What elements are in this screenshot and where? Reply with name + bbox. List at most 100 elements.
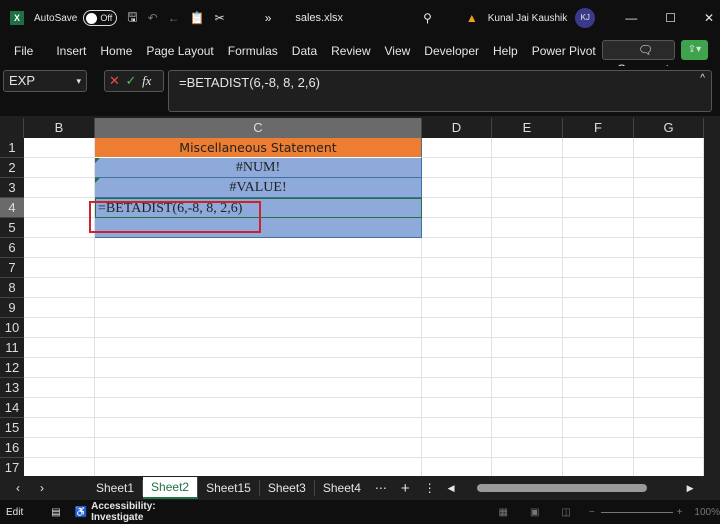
- search-icon[interactable]: ⚲: [423, 11, 432, 25]
- cell-c6[interactable]: [95, 238, 422, 258]
- cell-f1[interactable]: [563, 138, 634, 158]
- cell-g10[interactable]: [634, 318, 704, 338]
- tab-data[interactable]: Data: [292, 44, 317, 58]
- normal-view-icon[interactable]: ▦: [499, 507, 508, 518]
- cell-e9[interactable]: [492, 298, 563, 318]
- cell-d7[interactable]: [422, 258, 492, 278]
- cell-d16[interactable]: [422, 438, 492, 458]
- cell-g3[interactable]: [634, 178, 704, 198]
- sheet-tab-sheet15[interactable]: Sheet15: [198, 480, 260, 496]
- close-button[interactable]: ✕: [704, 11, 714, 25]
- accessibility-status[interactable]: Accessibility: Investigate: [91, 501, 198, 523]
- tab-insert[interactable]: Insert: [56, 44, 86, 58]
- zoom-out-icon[interactable]: −: [589, 507, 595, 518]
- cell-f9[interactable]: [563, 298, 634, 318]
- cell-c2[interactable]: #NUM!: [95, 158, 422, 178]
- cell-f12[interactable]: [563, 358, 634, 378]
- paste-icon[interactable]: 📋: [190, 11, 205, 25]
- cell-d15[interactable]: [422, 418, 492, 438]
- cell-c8[interactable]: [95, 278, 422, 298]
- tab-review[interactable]: Review: [331, 44, 370, 58]
- cell-c10[interactable]: [95, 318, 422, 338]
- cell-c1[interactable]: Miscellaneous Statement: [95, 138, 422, 158]
- column-header-b[interactable]: B: [24, 118, 95, 138]
- share-button[interactable]: ⇪▾: [681, 40, 708, 60]
- tab-file[interactable]: File: [14, 44, 33, 58]
- cell-e8[interactable]: [492, 278, 563, 298]
- row-header-8[interactable]: 8: [0, 278, 24, 298]
- name-box[interactable]: EXP ▾: [3, 70, 87, 92]
- select-all[interactable]: [0, 118, 24, 138]
- cell-b16[interactable]: [24, 438, 95, 458]
- cell-c14[interactable]: [95, 398, 422, 418]
- row-header-16[interactable]: 16: [0, 438, 24, 458]
- collapse-icon[interactable]: ^: [700, 73, 705, 84]
- more-commands[interactable]: »: [265, 11, 272, 25]
- cell-d13[interactable]: [422, 378, 492, 398]
- undo-icon[interactable]: ↶: [148, 11, 158, 25]
- cell-b4[interactable]: [24, 198, 95, 218]
- page-layout-view-icon[interactable]: ▣: [530, 507, 539, 518]
- column-header-d[interactable]: D: [422, 118, 492, 138]
- column-header-f[interactable]: F: [563, 118, 634, 138]
- formula-input[interactable]: =BETADIST(6,-8, 8, 2,6) ^: [168, 70, 712, 112]
- avatar[interactable]: KJ: [575, 8, 596, 28]
- cell-d14[interactable]: [422, 398, 492, 418]
- cell-c11[interactable]: [95, 338, 422, 358]
- save-icon[interactable]: 🖫: [127, 8, 137, 29]
- cell-b2[interactable]: [24, 158, 95, 178]
- cell-f11[interactable]: [563, 338, 634, 358]
- row-header-17[interactable]: 17: [0, 458, 24, 476]
- cell-b3[interactable]: [24, 178, 95, 198]
- cell-f3[interactable]: [563, 178, 634, 198]
- page-break-view-icon[interactable]: ◫: [561, 507, 570, 518]
- cell-c17[interactable]: [95, 458, 422, 476]
- macro-icon[interactable]: ▤: [51, 507, 60, 518]
- cell-f5[interactable]: [563, 218, 634, 238]
- add-sheet-icon[interactable]: +: [401, 480, 410, 497]
- row-header-1[interactable]: 1: [0, 138, 24, 158]
- scroll-left-icon[interactable]: ◀: [448, 483, 455, 494]
- cell-d1[interactable]: [422, 138, 492, 158]
- sheet-tab-sheet1[interactable]: Sheet1: [88, 480, 144, 496]
- cell-c12[interactable]: [95, 358, 422, 378]
- back-icon[interactable]: ←: [168, 11, 180, 25]
- cell-f14[interactable]: [563, 398, 634, 418]
- row-header-4[interactable]: 4: [0, 198, 24, 218]
- cell-f16[interactable]: [563, 438, 634, 458]
- cell-b7[interactable]: [24, 258, 95, 278]
- cell-g1[interactable]: [634, 138, 704, 158]
- cell-g4[interactable]: [634, 198, 704, 218]
- cell-g5[interactable]: [634, 218, 704, 238]
- cell-g13[interactable]: [634, 378, 704, 398]
- cell-b14[interactable]: [24, 398, 95, 418]
- insert-function-icon[interactable]: fx: [142, 73, 151, 88]
- tab-power-pivot[interactable]: Power Pivot: [532, 44, 596, 58]
- cell-e11[interactable]: [492, 338, 563, 358]
- column-header-c[interactable]: C: [95, 118, 422, 138]
- cell-c13[interactable]: [95, 378, 422, 398]
- cell-e10[interactable]: [492, 318, 563, 338]
- cell-e7[interactable]: [492, 258, 563, 278]
- cell-f2[interactable]: [563, 158, 634, 178]
- row-header-9[interactable]: 9: [0, 298, 24, 318]
- cell-g12[interactable]: [634, 358, 704, 378]
- cell-b5[interactable]: [24, 218, 95, 238]
- tab-formulas[interactable]: Formulas: [228, 44, 278, 58]
- cell-g15[interactable]: [634, 418, 704, 438]
- row-header-10[interactable]: 10: [0, 318, 24, 338]
- chevron-down-icon[interactable]: ▾: [76, 71, 81, 91]
- column-header-g[interactable]: G: [634, 118, 704, 138]
- cell-d11[interactable]: [422, 338, 492, 358]
- cell-g14[interactable]: [634, 398, 704, 418]
- cell-f4[interactable]: [563, 198, 634, 218]
- cell-e17[interactable]: [492, 458, 563, 476]
- cell-d6[interactable]: [422, 238, 492, 258]
- tab-help[interactable]: Help: [493, 44, 518, 58]
- cell-b1[interactable]: [24, 138, 95, 158]
- minimize-button[interactable]: —: [625, 11, 637, 25]
- cell-d8[interactable]: [422, 278, 492, 298]
- more-sheets-icon[interactable]: ⋯: [375, 481, 387, 495]
- cell-d12[interactable]: [422, 358, 492, 378]
- cell-b13[interactable]: [24, 378, 95, 398]
